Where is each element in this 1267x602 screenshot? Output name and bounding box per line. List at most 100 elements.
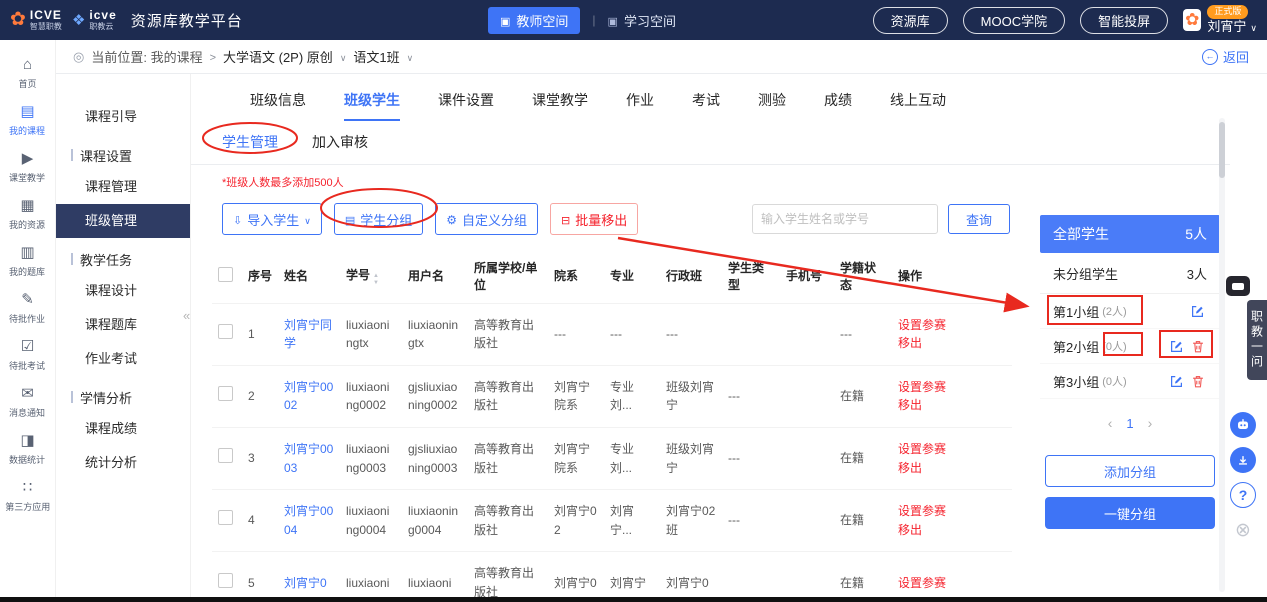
select-all-checkbox[interactable] [218, 267, 233, 282]
edit-group-icon[interactable] [1170, 375, 1183, 388]
group-row-3[interactable]: 第3小组 (0人) [1040, 364, 1220, 399]
sidebar-item-my-courses[interactable]: 我的课程 [0, 97, 55, 144]
student-name-link[interactable]: 刘宵宁0002 [284, 380, 333, 413]
course-nav-homework-exam[interactable]: 作业考试 [55, 342, 190, 376]
tab-homework[interactable]: 作业 [626, 90, 654, 121]
remove-link[interactable]: 移出 [898, 459, 1006, 478]
sidebar-item-classroom-teaching[interactable]: 课堂教学 [0, 144, 55, 191]
cell-student-id: liuxiaoni [340, 552, 402, 597]
group-row-2[interactable]: 第2小组 (0人) [1040, 329, 1220, 364]
group-count: (2人) [1102, 303, 1126, 319]
resource-library-button[interactable]: 资源库 [873, 7, 948, 34]
smart-cast-button[interactable]: 智能投屏 [1080, 7, 1168, 34]
back-button[interactable]: 返回 [1202, 47, 1249, 66]
pager-next-button[interactable] [1148, 415, 1153, 431]
pager-current-page[interactable]: 1 [1126, 416, 1133, 431]
remove-link[interactable]: 移出 [898, 334, 1006, 353]
set-contest-link[interactable]: 设置参赛 [898, 574, 1006, 593]
custom-grouping-button[interactable]: 自定义分组 [435, 203, 538, 235]
scrollbar-thumb[interactable] [1219, 122, 1225, 178]
student-subtabs: 学生管理 加入审核 [190, 121, 1230, 165]
row-checkbox[interactable] [218, 510, 233, 525]
sidebar-item-data-statistics[interactable]: 数据统计 [0, 426, 55, 473]
sidebar-item-third-party-apps[interactable]: 第三方应用 [0, 473, 55, 520]
row-checkbox[interactable] [218, 448, 233, 463]
tab-class-info[interactable]: 班级信息 [250, 90, 306, 121]
cell-status: --- [834, 303, 892, 365]
class-dropdown-icon[interactable] [407, 49, 414, 64]
remove-link[interactable]: 移出 [898, 396, 1006, 415]
student-search-input[interactable] [752, 204, 938, 234]
breadcrumb-course[interactable]: 大学语文 (2P) 原创 [223, 47, 333, 66]
student-space-link[interactable]: 学习空间 [608, 11, 676, 30]
tab-grades[interactable]: 成绩 [824, 90, 852, 121]
download-float-button[interactable] [1230, 447, 1256, 473]
edit-group-icon[interactable] [1191, 305, 1204, 318]
sidebar-item-pending-homework[interactable]: 待批作业 [0, 285, 55, 332]
sidebar-item-notifications[interactable]: 消息通知 [0, 379, 55, 426]
row-checkbox[interactable] [218, 386, 233, 401]
delete-group-icon[interactable] [1192, 375, 1204, 388]
batch-remove-button[interactable]: 批量移出 [550, 203, 638, 235]
breadcrumb-class[interactable]: 语文1班 [353, 47, 399, 66]
all-students-count: 5人 [1185, 224, 1207, 244]
student-name-link[interactable]: 刘宵宁0003 [284, 442, 333, 475]
set-contest-link[interactable]: 设置参赛 [898, 316, 1006, 335]
course-nav-course-management[interactable]: 课程管理 [55, 170, 190, 204]
row-checkbox[interactable] [218, 573, 233, 588]
subtab-student-management[interactable]: 学生管理 [222, 132, 278, 152]
subtab-join-review[interactable]: 加入审核 [312, 132, 368, 152]
student-name-link[interactable]: 刘宵宁0004 [284, 504, 333, 537]
sidebar-collapse-handle[interactable] [183, 308, 190, 323]
course-nav-course-grades[interactable]: 课程成绩 [55, 412, 190, 446]
tab-exam[interactable]: 考试 [692, 90, 720, 121]
chat-float-button[interactable] [1230, 412, 1256, 438]
import-students-button[interactable]: 导入学生 [222, 203, 322, 235]
sidebar-item-home[interactable]: 首页 [0, 50, 55, 97]
assistant-robot-icon[interactable] [1226, 276, 1250, 296]
one-click-group-button[interactable]: 一键分组 [1045, 497, 1215, 529]
pager-prev-button[interactable] [1108, 415, 1113, 431]
course-dropdown-icon[interactable] [340, 49, 347, 64]
tab-class-students[interactable]: 班级学生 [344, 90, 400, 121]
icon-sidebar: 首页 我的课程 课堂教学 我的资源 我的题库 待批作业 待批考试 消息通知 数据… [0, 40, 56, 597]
course-nav-class-management[interactable]: 班级管理 [55, 204, 190, 238]
course-nav-statistics[interactable]: 统计分析 [55, 446, 190, 480]
edit-group-icon[interactable] [1170, 340, 1183, 353]
tab-online-interaction[interactable]: 线上互动 [890, 90, 946, 121]
assistant-tab[interactable]: 职教一问 [1247, 300, 1267, 380]
import-caret-icon [304, 212, 311, 227]
breadcrumb: 当前位置: 我的课程 大学语文 (2P) 原创 语文1班 返回 [55, 40, 1267, 74]
group-row-1[interactable]: 第1小组 (2人) [1040, 294, 1220, 329]
remove-link[interactable]: 移出 [898, 521, 1006, 540]
course-nav-course-guide[interactable]: 课程引导 [55, 100, 190, 134]
sort-icon[interactable] [373, 273, 379, 286]
tab-courseware-settings[interactable]: 课件设置 [438, 90, 494, 121]
cell-school: 高等教育出版社 [468, 365, 548, 427]
tab-quiz[interactable]: 测验 [758, 90, 786, 121]
mooc-college-button[interactable]: MOOC学院 [963, 7, 1065, 34]
sidebar-item-my-resources[interactable]: 我的资源 [0, 191, 55, 238]
delete-group-icon[interactable] [1192, 340, 1204, 353]
student-name-link[interactable]: 刘宵宁同学 [284, 318, 332, 351]
user-menu[interactable]: 正式版 刘宵宁 [1183, 5, 1257, 35]
course-nav-course-design[interactable]: 课程设计 [55, 274, 190, 308]
set-contest-link[interactable]: 设置参赛 [898, 440, 1006, 459]
sidebar-item-pending-exams[interactable]: 待批考试 [0, 332, 55, 379]
all-students-header[interactable]: 全部学生 5人 [1040, 215, 1220, 253]
set-contest-link[interactable]: 设置参赛 [898, 378, 1006, 397]
ungrouped-students-row[interactable]: 未分组学生 3人 [1040, 253, 1220, 294]
cell-school: 高等教育出版社 [468, 490, 548, 552]
teacher-space-button[interactable]: 教师空间 [488, 7, 580, 34]
student-name-link[interactable]: 刘宵宁0 [284, 576, 327, 590]
add-group-button[interactable]: 添加分组 [1045, 455, 1215, 487]
tab-classroom-teaching[interactable]: 课堂教学 [532, 90, 588, 121]
course-nav-course-question-bank[interactable]: 课程题库 [55, 308, 190, 342]
set-contest-link[interactable]: 设置参赛 [898, 502, 1006, 521]
row-checkbox[interactable] [218, 324, 233, 339]
close-float-button[interactable] [1230, 517, 1256, 543]
help-float-button[interactable]: ? [1230, 482, 1256, 508]
query-button[interactable]: 查询 [948, 204, 1010, 234]
sidebar-item-my-question-bank[interactable]: 我的题库 [0, 238, 55, 285]
student-grouping-button[interactable]: 学生分组 [334, 203, 423, 235]
